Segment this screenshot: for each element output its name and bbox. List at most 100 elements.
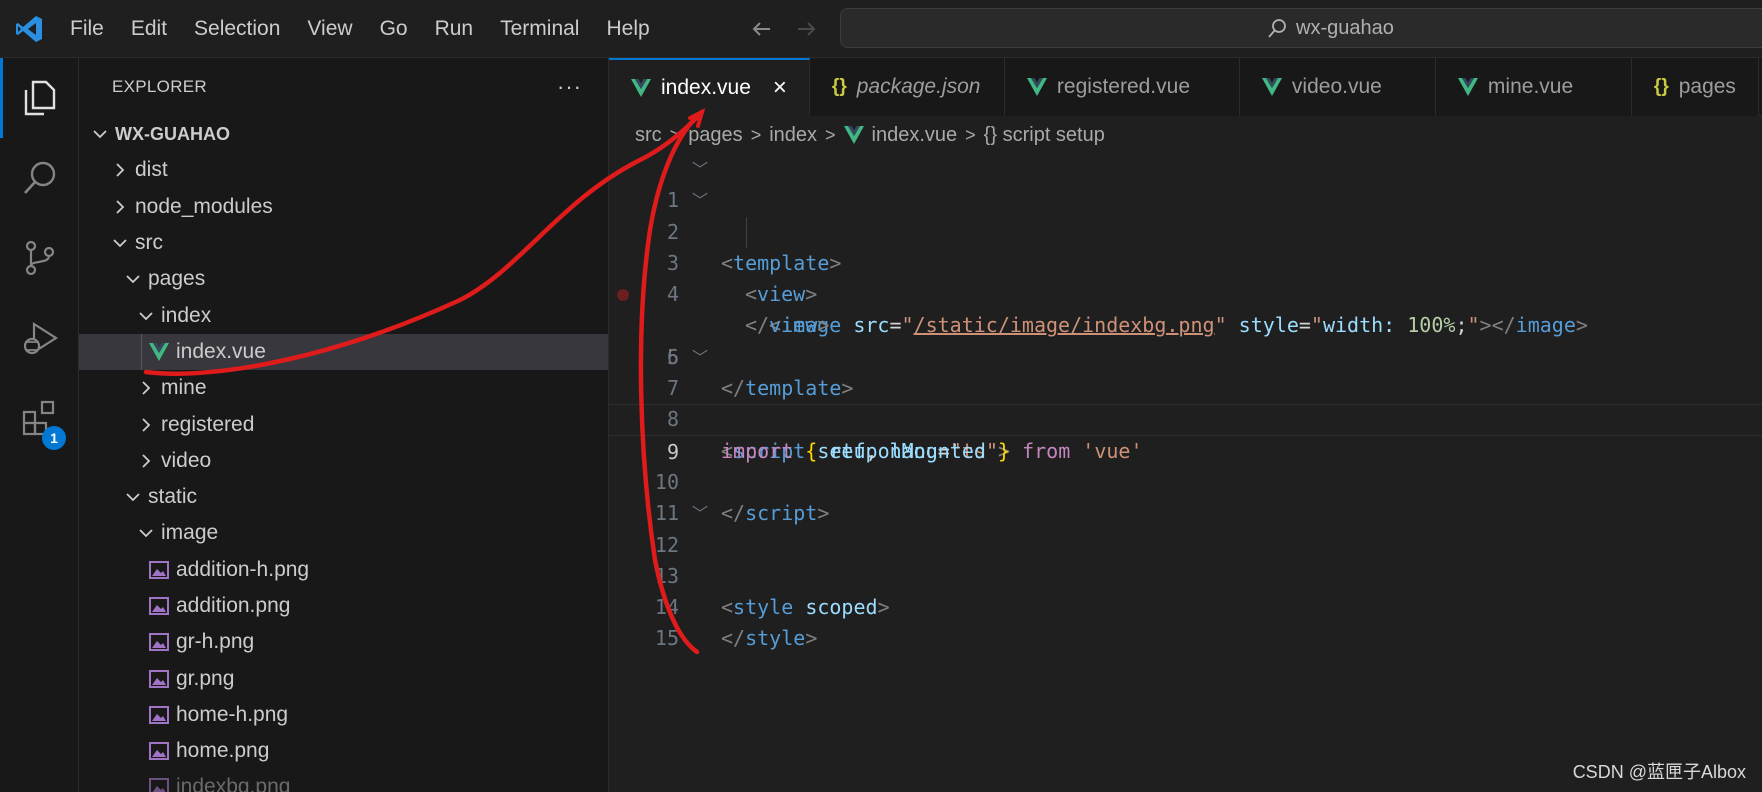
menu-help[interactable]: Help — [606, 17, 649, 41]
command-center-search[interactable]: wx-guahao — [840, 8, 1762, 48]
run-debug-activity[interactable] — [0, 298, 79, 378]
fold-chevron-icon[interactable]: ﹀ — [692, 498, 708, 529]
code-line-current[interactable]: 9 — [609, 404, 1762, 464]
code-line[interactable]: 2 ﹀ <view> — [609, 185, 1762, 306]
more-actions-icon[interactable]: ··· — [557, 74, 582, 100]
explorer-sidebar: EXPLORER ··· WX-GUAHAO dist node_modules… — [79, 58, 609, 792]
chevron-right-icon: > — [750, 124, 762, 145]
fold-chevron-icon[interactable]: ﹀ — [692, 154, 708, 185]
tree-item-registered[interactable]: registered — [79, 406, 608, 442]
back-arrow-icon[interactable] — [748, 15, 776, 43]
navigation-arrows — [748, 15, 820, 43]
breadcrumb-file[interactable]: index.vue — [872, 124, 958, 147]
indent-guide — [141, 333, 142, 371]
chevron-right-icon: > — [669, 124, 681, 145]
tab-label: registered.vue — [1056, 75, 1190, 98]
tree-item-src[interactable]: src — [79, 225, 608, 261]
tree-item-label: indexbg.png — [176, 775, 291, 792]
tree-item-label: gr-h.png — [176, 630, 255, 654]
code-line[interactable]: 11 — [609, 467, 1762, 525]
vue-file-icon — [1026, 78, 1047, 96]
breadcrumb-index[interactable]: index — [769, 124, 817, 147]
extensions-badge: 1 — [42, 426, 66, 450]
files-icon — [24, 80, 55, 116]
tab-mine-vue[interactable]: mine.vue — [1435, 58, 1632, 116]
tree-item-static[interactable]: static — [79, 479, 608, 515]
chevron-down-icon — [89, 123, 111, 145]
code-editor[interactable]: 1 ﹀ <template> 2 ﹀ <view> 3 <image src="… — [609, 154, 1762, 650]
tree-item-index-folder[interactable]: index — [79, 297, 608, 333]
menu-view[interactable]: View — [307, 17, 352, 41]
tab-video-vue[interactable]: video.vue — [1239, 58, 1436, 116]
tree-item-label: pages — [148, 267, 206, 291]
tree-item-home-png[interactable]: home.png — [79, 733, 608, 769]
tree-item-label: mine — [161, 376, 207, 400]
tree-item-gr-h-png[interactable]: gr-h.png — [79, 624, 608, 660]
code-line[interactable]: 8 import { ref,onMounted } from 'vue' — [609, 373, 1762, 462]
tree-item-dist[interactable]: dist — [79, 152, 608, 188]
tree-item-gr-png[interactable]: gr.png — [79, 660, 608, 696]
workspace-root[interactable]: WX-GUAHAO — [79, 116, 608, 152]
workspace-root-label: WX-GUAHAO — [115, 123, 230, 144]
code-line[interactable]: 12 ﹀ <style scoped> — [609, 498, 1762, 619]
activity-bar: 1 — [0, 58, 79, 792]
tab-index-vue[interactable]: index.vue × — [609, 58, 810, 116]
tree-item-image[interactable]: image — [79, 515, 608, 551]
vue-file-icon — [631, 79, 651, 97]
tree-item-home-h-png[interactable]: home-h.png — [79, 697, 608, 733]
code-token: style — [745, 626, 806, 651]
code-line[interactable]: 3 <image src="/static/image/indexbg.png"… — [609, 216, 1762, 337]
breakpoint-icon[interactable] — [617, 289, 629, 302]
tree-item-label: src — [135, 231, 163, 255]
tree-item-mine[interactable]: mine — [79, 370, 608, 406]
close-icon[interactable]: × — [773, 74, 787, 102]
tree-item-addition-h-png[interactable]: addition-h.png — [79, 552, 608, 588]
code-line[interactable]: 4 </view> — [609, 248, 1762, 337]
chevron-down-icon — [135, 522, 157, 544]
tree-item-video[interactable]: video — [79, 443, 608, 479]
source-control-activity[interactable] — [0, 218, 79, 298]
fold-chevron-icon[interactable]: ﹀ — [692, 185, 708, 216]
tree-item-label: addition.png — [176, 594, 291, 617]
code-line[interactable]: 5 </template> — [609, 279, 1762, 400]
image-file-icon — [148, 595, 170, 617]
code-line[interactable]: 13 — [609, 530, 1762, 588]
fold-chevron-icon[interactable]: ﹀ — [692, 342, 708, 373]
tree-item-indexbg-png[interactable]: indexbg.png — [79, 769, 608, 792]
tree-item-pages[interactable]: pages — [79, 261, 608, 297]
vue-file-icon — [148, 341, 170, 363]
code-line[interactable]: 15 — [609, 592, 1762, 650]
json-file-icon: {} — [1653, 76, 1669, 97]
tree-item-node-modules[interactable]: node_modules — [79, 189, 608, 225]
extensions-activity[interactable]: 1 — [0, 378, 79, 458]
menu-file[interactable]: File — [70, 17, 104, 41]
tab-registered-vue[interactable]: registered.vue — [1004, 58, 1240, 116]
search-activity[interactable] — [0, 138, 79, 218]
code-line[interactable]: 14 </style> — [609, 561, 1762, 650]
source-control-icon — [25, 240, 54, 276]
code-line[interactable]: 10 </script> — [609, 436, 1762, 525]
vscode-logo-icon[interactable] — [14, 14, 44, 44]
menu-run[interactable]: Run — [435, 17, 474, 41]
chevron-right-icon: > — [965, 124, 976, 145]
tree-item-index-vue[interactable]: index.vue — [79, 333, 608, 371]
menu-selection[interactable]: Selection — [194, 17, 280, 41]
explorer-title: EXPLORER — [112, 77, 207, 96]
explorer-activity[interactable] — [0, 58, 79, 138]
breadcrumb-symbol[interactable]: {} script setup — [984, 124, 1105, 147]
tree-item-addition-png[interactable]: addition.png — [79, 588, 608, 624]
tab-package-json[interactable]: {} package.json — [809, 58, 1005, 116]
tree-item-label: dist — [135, 158, 168, 182]
code-line[interactable]: 7 ﹀ <script setup lang="ts"> — [609, 342, 1762, 463]
code-line[interactable]: 1 ﹀ <template> — [609, 154, 1762, 275]
code-line[interactable]: 6 — [609, 310, 1762, 369]
breadcrumb-src[interactable]: src — [635, 124, 662, 147]
forward-arrow-icon[interactable] — [792, 15, 820, 43]
menu-edit[interactable]: Edit — [131, 17, 167, 41]
menu-terminal[interactable]: Terminal — [500, 17, 579, 41]
menu-go[interactable]: Go — [380, 17, 408, 41]
tab-pages-json[interactable]: {} pages — [1631, 58, 1759, 116]
run-debug-icon — [23, 321, 58, 355]
breadcrumb-pages[interactable]: pages — [688, 124, 743, 147]
search-icon — [1268, 18, 1286, 38]
